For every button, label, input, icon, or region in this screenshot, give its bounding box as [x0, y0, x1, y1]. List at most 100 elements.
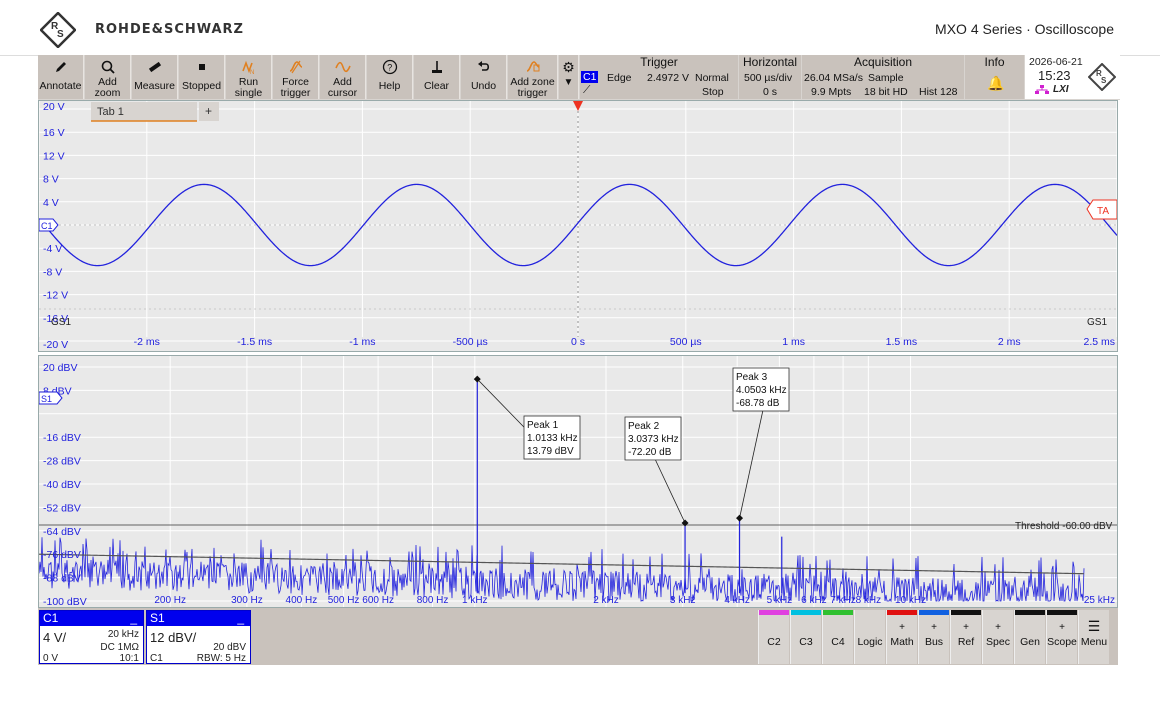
- time-domain-plot: 20 V16 V12 V8 V4 V-4 V-8 V-12 V-16 V-20 …: [38, 101, 1118, 351]
- plus-icon: +: [963, 622, 969, 633]
- date-text: 2026-06-21: [1029, 56, 1083, 68]
- svg-text:S: S: [57, 29, 64, 40]
- bottom-ref-button[interactable]: + Ref: [950, 610, 981, 664]
- s1-marker[interactable]: S1: [38, 391, 63, 405]
- time-y-tick-label: 8 V: [43, 174, 59, 186]
- info-panel[interactable]: Info 🔔: [965, 55, 1024, 99]
- color-indicator: [1047, 610, 1077, 615]
- add-zone-trigger-button[interactable]: Add zone trigger: [508, 55, 558, 99]
- stopped-label: Stopped: [181, 80, 222, 92]
- time-x-tick-label: 2 ms: [998, 336, 1021, 348]
- force-trigger-button[interactable]: Force trigger: [273, 55, 319, 99]
- horizontal-panel[interactable]: Horizontal 500 µs/div 0 s: [739, 55, 801, 99]
- trigger-level: 2.4972 V: [647, 72, 690, 84]
- bottom-button-label: Gen: [1020, 636, 1040, 648]
- time-text: 15:23: [1038, 68, 1071, 83]
- acquisition-record-length: 9.9 Mpts: [811, 86, 852, 98]
- measure-button[interactable]: Measure: [132, 55, 178, 99]
- spectrum-x-tick-label: 4 kHz: [724, 595, 750, 606]
- trigger-panel[interactable]: Trigger C1 ⟋ Edge 2.4972 V Normal Stop: [580, 55, 738, 99]
- bottom-math-button[interactable]: + Math: [886, 610, 917, 664]
- bottom-button-label: C2: [767, 636, 781, 648]
- bottom-spec-button[interactable]: + Spec: [982, 610, 1013, 664]
- peak-marker-2[interactable]: Peak 2 3.0373 kHz -72.20 dB: [624, 416, 689, 527]
- s1-rbw: RBW: 5 Hz: [196, 653, 246, 664]
- add-zoom-button[interactable]: Add zoom: [85, 55, 131, 99]
- bottom-button-label: Logic: [857, 636, 883, 648]
- time-x-tick-label: 2.5 ms: [1083, 336, 1115, 348]
- time-y-tick-label: -12 V: [43, 290, 68, 302]
- acquisition-panel[interactable]: Acquisition 26.04 MSa/s Sample 9.9 Mpts …: [802, 55, 964, 99]
- time-y-tick-label: 4 V: [43, 197, 59, 209]
- add-cursor-button[interactable]: Add cursor: [320, 55, 366, 99]
- spectrum-x-tick-label: 800 Hz: [417, 595, 449, 606]
- spectrum-diagram[interactable]: Threshold -60.00 dBV 20 dBV 8 dBV -16 dBV -…: [38, 355, 1118, 608]
- clear-button[interactable]: Clear: [414, 55, 460, 99]
- run-single-button[interactable]: N Run single: [226, 55, 272, 99]
- help-button[interactable]: ? Help: [367, 55, 413, 99]
- add-zoom-label: Add zoom: [94, 76, 121, 99]
- time-y-tick-label: -20 V: [43, 339, 68, 351]
- help-icon: ?: [367, 55, 412, 77]
- peak-marker-3[interactable]: Peak 3 4.0503 kHz -68.78 dB: [732, 367, 790, 522]
- acquisition-title: Acquisition: [853, 55, 913, 69]
- cursor-wave-icon: [320, 55, 365, 77]
- c1-offset-marker[interactable]: C1: [38, 218, 59, 232]
- time-y-tick-label: -4 V: [43, 243, 62, 255]
- color-indicator: [823, 610, 853, 615]
- bottom-logic-button[interactable]: Logic: [854, 610, 885, 664]
- spectrum-average-trace: [38, 553, 1085, 575]
- info-title: Info: [984, 55, 1005, 69]
- gear-icon: ⚙: [562, 59, 575, 75]
- spectrum-plot: Threshold -60.00 dBV 20 dBV8 dBV-16 dBV-…: [38, 356, 1117, 608]
- time-x-tick-label: -500 µs: [453, 336, 488, 348]
- undo-button[interactable]: Undo: [461, 55, 507, 99]
- spectrum-x-tick-label: 5 kHz: [767, 595, 793, 606]
- annotate-button[interactable]: Annotate: [38, 55, 84, 99]
- time-x-tick-label: -1.5 ms: [237, 336, 272, 348]
- bottom-c4-button[interactable]: C4: [822, 610, 853, 664]
- date-time-box[interactable]: 2026-06-21 15:23 LXI RS: [1025, 55, 1120, 99]
- add-cursor-label: Add cursor: [327, 76, 358, 99]
- spectrum-y-tick-label: -52 dBV: [43, 502, 81, 514]
- s1-reference: 20 dBV: [213, 642, 246, 653]
- time-x-tick-label: 1 ms: [782, 336, 805, 348]
- stopped-button[interactable]: Stopped: [179, 55, 225, 99]
- run-single-icon: N: [226, 55, 271, 77]
- time-y-tick-label: 16 V: [43, 127, 65, 139]
- bottom-c2-button[interactable]: C2: [758, 610, 789, 664]
- spectrum-x-tick-label: 10 kHz: [895, 595, 926, 606]
- svg-text:?: ?: [387, 63, 392, 73]
- lxi-badge: LXI: [1053, 84, 1069, 95]
- bottom-gen-button[interactable]: Gen: [1014, 610, 1045, 664]
- spectrum-x-tick-label: 200 Hz: [154, 595, 186, 606]
- bottom-menu-button[interactable]: ☰ Menu: [1078, 610, 1109, 664]
- bottom-button-label: Math: [890, 636, 914, 648]
- run-single-label: Run single: [234, 76, 263, 99]
- annotate-label: Annotate: [39, 80, 82, 92]
- magnifier-icon: [85, 55, 130, 77]
- color-indicator: [759, 610, 789, 615]
- c1-offset: 0 V: [43, 653, 59, 664]
- c1-bandwidth: 20 kHz: [107, 629, 139, 640]
- bottom-bus-button[interactable]: + Bus: [918, 610, 949, 664]
- peak-level: -68.78 dB: [736, 398, 780, 409]
- force-trigger-icon: [273, 55, 318, 77]
- spectrum-y-tick-label: -88 dBV: [43, 573, 81, 585]
- c1-channel-card[interactable]: C1 _ 4 V/ 20 kHz DC 1MΩ 0 V 10:1: [39, 610, 144, 664]
- c1-scale: 4 V/: [43, 630, 67, 645]
- force-trigger-label: Force trigger: [280, 76, 311, 99]
- threshold-label: Threshold -60.00 dBV: [1015, 521, 1113, 532]
- bottom-scope-button[interactable]: + Scope: [1046, 610, 1077, 664]
- window-title: MXO 4 Series · Oscilloscope: [935, 21, 1114, 37]
- bottom-c3-button[interactable]: C3: [790, 610, 821, 664]
- s1-spectrum-card[interactable]: S1 _ 12 dBV/ 20 dBV C1 RBW: 5 Hz: [146, 610, 251, 664]
- plus-icon: +: [1059, 622, 1065, 633]
- peak-title: Peak 2: [628, 421, 660, 432]
- time-x-tick-label: 1.5 ms: [886, 336, 918, 348]
- peak-marker-1[interactable]: Peak 1 1.0133 kHz 13.79 dBV: [473, 375, 581, 460]
- trigger-level-marker[interactable]: TA: [1086, 199, 1118, 220]
- time-domain-diagram[interactable]: 20 V 16 V 12 V8 V4 V -4 V -8 V -12 V -16 V -20 …: [38, 100, 1118, 352]
- s1-scale: 12 dBV/: [150, 630, 197, 645]
- settings-dropdown-button[interactable]: ⚙ ▼: [559, 55, 579, 99]
